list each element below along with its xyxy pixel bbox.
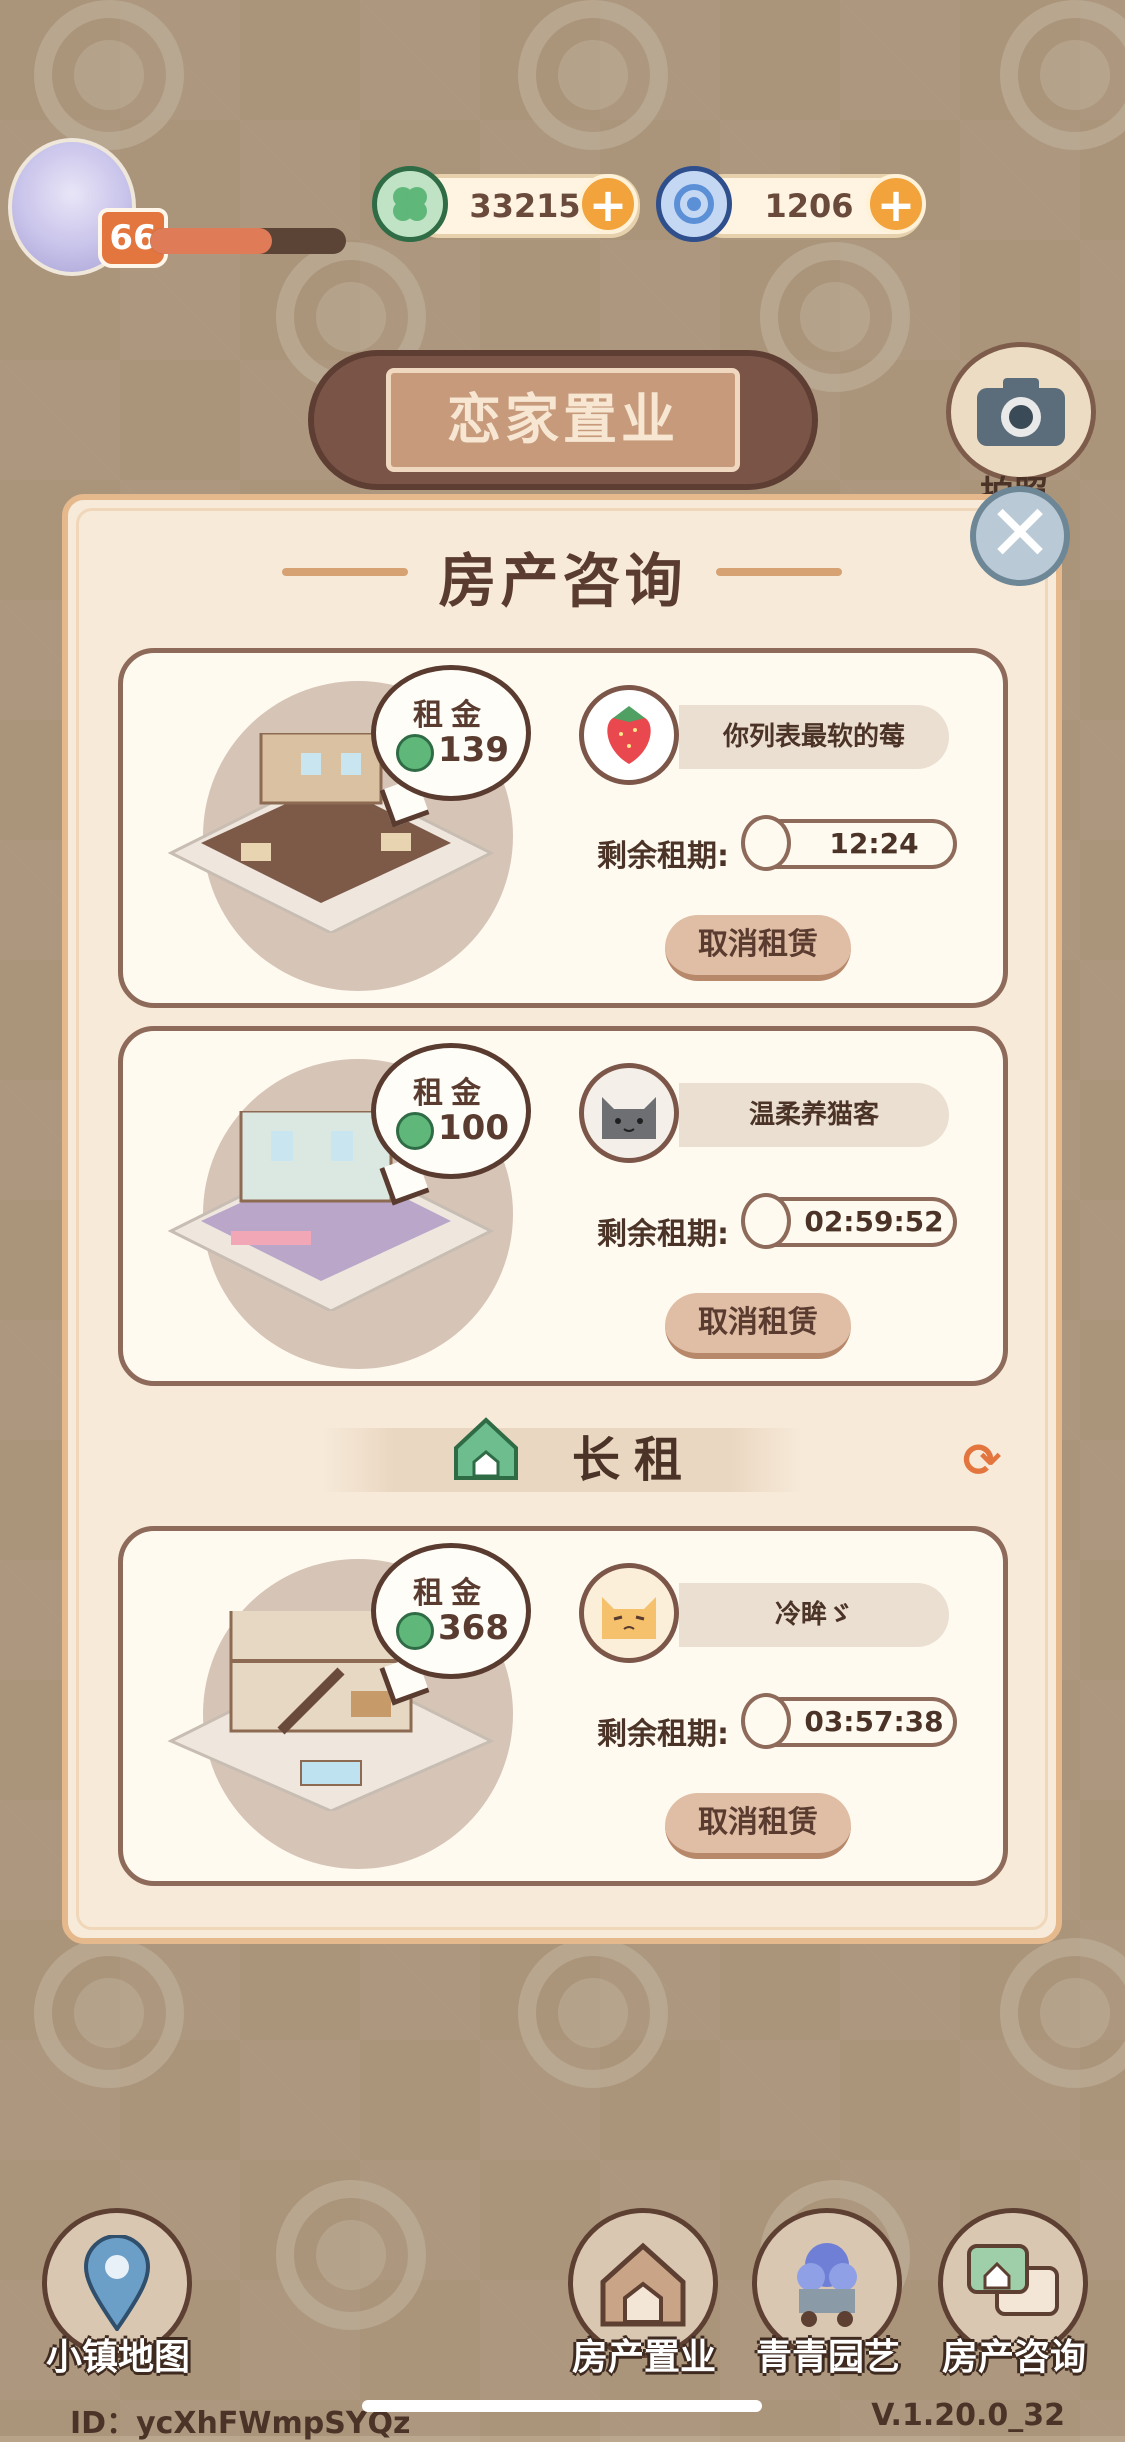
tenant-name: 温柔养猫客 bbox=[679, 1083, 949, 1147]
exp-bar bbox=[150, 228, 346, 254]
add-gem-button[interactable]: + bbox=[866, 174, 926, 234]
long-rent-label: 长租 bbox=[572, 1432, 697, 1488]
rent-bubble: 租金 100 bbox=[371, 1043, 531, 1179]
clock-icon bbox=[741, 1193, 791, 1249]
nav-label-property-consult: 房产咨询 bbox=[941, 2337, 1086, 2378]
rent-bubble: 租金 368 bbox=[371, 1543, 531, 1679]
chat-house-icon bbox=[967, 2244, 1059, 2316]
title-sign: 恋家置业 bbox=[308, 350, 818, 490]
camera-icon bbox=[977, 378, 1065, 446]
lease-label: 剩余租期: bbox=[597, 1717, 729, 1752]
refresh-icon[interactable]: ⟳ bbox=[956, 1434, 1008, 1486]
tenant-name: 冷眸ゞ bbox=[679, 1583, 949, 1647]
clover-coin-icon bbox=[372, 166, 448, 242]
map-pin-icon bbox=[83, 2235, 151, 2331]
cancel-lease-button[interactable]: 取消租赁 bbox=[665, 1793, 851, 1859]
rent-value: 368 bbox=[438, 1608, 509, 1648]
swirl-gem-icon bbox=[656, 166, 732, 242]
house-sign-icon bbox=[600, 2242, 686, 2327]
house-icon bbox=[454, 1417, 518, 1480]
clover-coin-icon bbox=[396, 1612, 434, 1650]
clock-icon bbox=[741, 815, 791, 871]
rent-label: 租金 bbox=[413, 698, 489, 733]
long-rent-header: 长租 bbox=[322, 1428, 802, 1492]
gray-cat-avatar-icon[interactable] bbox=[579, 1063, 679, 1163]
rent-bubble: 租金 139 bbox=[371, 665, 531, 801]
rent-value: 100 bbox=[438, 1108, 509, 1148]
exp-bar-fill bbox=[150, 228, 272, 254]
orange-cat-avatar-icon[interactable] bbox=[579, 1563, 679, 1663]
cancel-lease-button[interactable]: 取消租赁 bbox=[665, 915, 851, 981]
strawberry-avatar-icon[interactable] bbox=[579, 685, 679, 785]
lease-label: 剩余租期: bbox=[597, 839, 729, 874]
camera-button[interactable] bbox=[946, 342, 1096, 482]
clover-coin-icon bbox=[396, 734, 434, 772]
rent-label: 租金 bbox=[413, 1076, 489, 1111]
property-card: 租金 100 温柔养猫客 剩余租期: 02:59:52 取消租赁 bbox=[118, 1026, 1008, 1386]
sign-title: 恋家置业 bbox=[386, 368, 740, 472]
cancel-lease-button[interactable]: 取消租赁 bbox=[665, 1293, 851, 1359]
nav-label-town-map: 小镇地图 bbox=[45, 2337, 190, 2378]
clock-icon bbox=[741, 1693, 791, 1749]
tenant-name: 你列表最软的莓 bbox=[679, 705, 949, 769]
rent-label: 租金 bbox=[413, 1576, 489, 1611]
home-indicator[interactable] bbox=[362, 2400, 762, 2412]
flower-cart-icon bbox=[797, 2243, 857, 2327]
rent-value: 139 bbox=[438, 730, 509, 770]
property-card: 租金 368 冷眸ゞ 剩余租期: 03:57:38 取消租赁 bbox=[118, 1526, 1008, 1886]
lease-label: 剩余租期: bbox=[597, 1217, 729, 1252]
app-version: V.1.20.0_32 bbox=[871, 2398, 1065, 2433]
property-card: 租金 139 你列表最软的莓 剩余租期: 12:24 取消租赁 bbox=[118, 648, 1008, 1008]
player-id: ID：ycXhFWmpSYQz bbox=[70, 2406, 411, 2441]
clover-coin-icon bbox=[396, 1112, 434, 1150]
panel-title: 房产咨询 bbox=[438, 547, 687, 615]
add-clover-button[interactable]: + bbox=[578, 174, 638, 234]
